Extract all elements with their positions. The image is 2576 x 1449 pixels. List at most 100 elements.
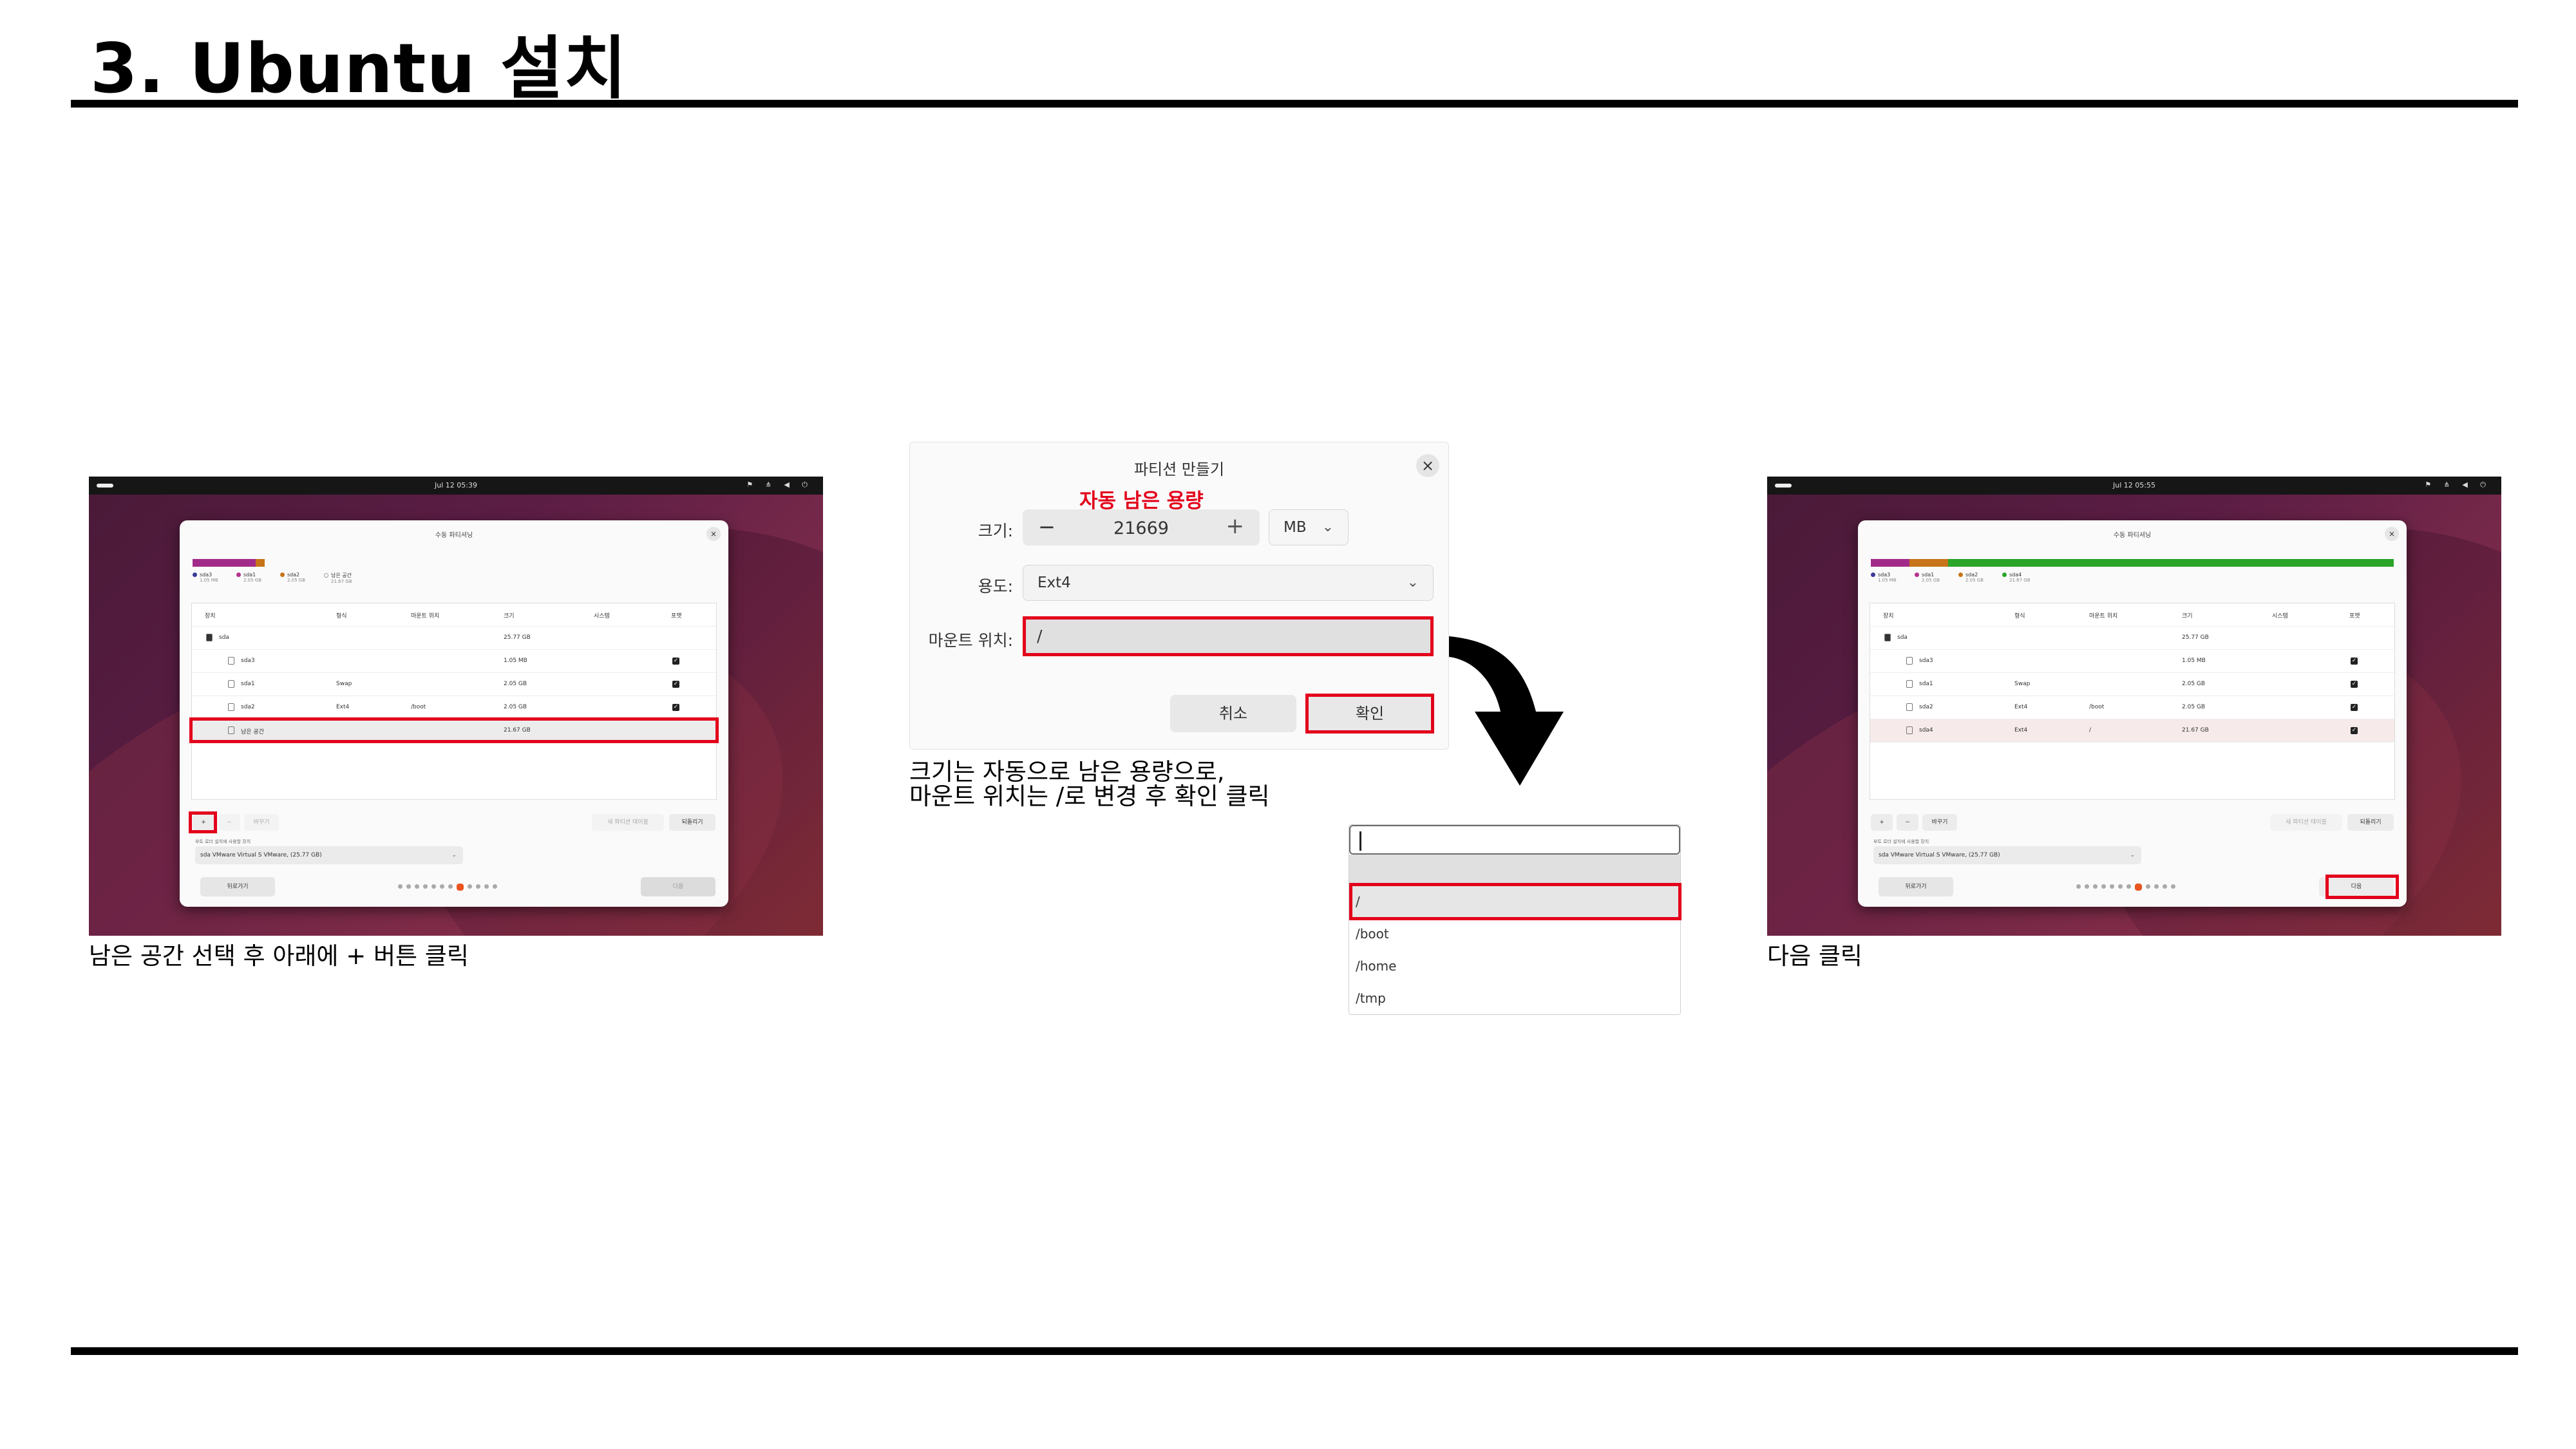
table-header: 장치 형식 마운트 위치 크기 시스템 포맷 — [1870, 603, 2394, 627]
mount-option-tmp[interactable]: /tmp — [1349, 982, 1680, 1014]
revert-button[interactable]: 되돌리기 — [2347, 814, 2394, 831]
legend-item: sda4 21.67 GB — [2002, 572, 2031, 590]
partition-bar-sda1 — [1871, 559, 1909, 567]
system-tray-icons[interactable]: ⚑ ⋔ ◀ ⏻ — [746, 480, 813, 489]
highlight-next-button — [2325, 875, 2399, 899]
disk-icon — [1884, 634, 1891, 641]
format-checkbox[interactable]: ✓ — [672, 658, 679, 665]
partition-icon — [228, 680, 234, 688]
legend-item: sda3 1.05 MB — [193, 572, 218, 590]
partition-icon — [1906, 680, 1913, 688]
legend-item: sda1 2.05 GB — [236, 572, 261, 590]
legend-item: sda1 2.05 GB — [1915, 572, 1940, 590]
progress-dots — [2074, 884, 2203, 891]
clock: Jul 12 05:39 — [435, 481, 477, 489]
partition-bar-sda4 — [1948, 559, 2394, 567]
window-title: 수동 파티셔닝 — [435, 532, 473, 539]
boot-loader-select[interactable]: sda VMware Virtual S VMware, (25.77 GB) ⌄ — [195, 846, 463, 864]
legend-item: 남은 공간 21.67 GB — [324, 572, 352, 590]
table-row[interactable]: sda2 Ext4 /boot 2.05 GB ✓ — [192, 696, 716, 719]
legend-item: sda3 1.05 MB — [1871, 572, 1897, 590]
use-label: 용도: — [978, 577, 1013, 596]
table-row[interactable]: sda3 1.05 MB ✓ — [1870, 650, 2394, 673]
highlight-ok-button — [1305, 694, 1434, 734]
top-bar: Jul 12 05:55 ⚑ ⋔ ◀ ⏻ — [1767, 477, 2501, 495]
bottom-rule — [71, 1347, 2518, 1355]
close-icon[interactable]: × — [706, 527, 721, 541]
partition-icon — [1906, 703, 1913, 711]
curved-arrow-icon — [1449, 636, 1564, 786]
format-checkbox[interactable]: ✓ — [672, 681, 679, 688]
boot-loader-label: 부트 로더 설치에 사용할 장치 — [1873, 839, 1929, 844]
partition-table: 장치 형식 마운트 위치 크기 시스템 포맷 sda 25.77 GB sda3… — [191, 603, 717, 800]
boot-loader-select[interactable]: sda VMware Virtual S VMware, (25.77 GB) ⌄ — [1873, 846, 2141, 864]
system-tray-icons[interactable]: ⚑ ⋔ ◀ ⏻ — [2425, 480, 2491, 489]
partition-table: 장치 형식 마운트 위치 크기 시스템 포맷 sda 25.77 GB sda3… — [1870, 603, 2395, 800]
disk-icon — [206, 634, 213, 641]
highlight-mount-point — [1023, 616, 1434, 656]
middle-caption-line-2: 마운트 위치는 /로 변경 후 확인 클릭 — [909, 782, 1270, 810]
table-row[interactable]: sda 25.77 GB — [192, 627, 716, 650]
chevron-down-icon: ⌄ — [1321, 519, 1334, 535]
table-row-new-partition[interactable]: sda4 Ext4 / 21.67 GB ✓ — [1870, 719, 2394, 743]
format-checkbox[interactable]: ✓ — [672, 704, 679, 711]
chevron-down-icon: ⌄ — [1406, 574, 1419, 591]
auto-size-note: 자동 남은 용량 — [1079, 489, 1204, 513]
size-label: 크기: — [978, 522, 1013, 540]
mount-search-input[interactable] — [1349, 825, 1680, 855]
close-icon[interactable]: × — [1416, 454, 1439, 477]
legend-item: sda2 2.05 GB — [1958, 572, 1984, 590]
back-button[interactable]: 뒤로가기 — [200, 877, 275, 896]
middle-caption-line-1: 크기는 자동으로 남은 용량으로, — [909, 758, 1225, 786]
cancel-button[interactable]: 취소 — [1170, 695, 1296, 732]
right-screenshot: Jul 12 05:55 ⚑ ⋔ ◀ ⏻ 수동 파티셔닝 × sda3 1.05 … — [1767, 477, 2501, 936]
partition-bar-sda2 — [256, 559, 265, 567]
format-checkbox[interactable]: ✓ — [2351, 704, 2358, 711]
remove-partition-button[interactable]: − — [1897, 814, 1918, 831]
table-row[interactable]: sda1 Swap 2.05 GB ✓ — [1870, 673, 2394, 696]
window-title: 수동 파티셔닝 — [2113, 532, 2152, 539]
use-as-select[interactable]: Ext4 ⌄ — [1023, 565, 1434, 601]
right-caption: 다음 클릭 — [1767, 942, 1862, 970]
close-icon[interactable]: × — [2385, 527, 2399, 541]
new-partition-table-button[interactable]: 새 파티션 테이블 — [2270, 814, 2342, 831]
left-caption: 남은 공간 선택 후 아래에 + 버튼 클릭 — [89, 942, 469, 970]
legend-item: sda2 2.05 GB — [280, 572, 305, 590]
highlight-add-button — [189, 811, 217, 833]
size-value[interactable]: 21669 — [1023, 518, 1260, 538]
left-screenshot: Jul 12 05:39 ⚑ ⋔ ◀ ⏻ 수동 파티셔닝 × sda3 1.05 … — [89, 477, 823, 936]
increment-button[interactable]: + — [1226, 513, 1245, 539]
new-partition-table-button[interactable]: 새 파티션 테이블 — [592, 814, 664, 831]
next-button[interactable]: 다음 — [641, 877, 715, 896]
slide-title: 3. Ubuntu 설치 — [90, 29, 627, 108]
table-row[interactable]: sda1 Swap 2.05 GB ✓ — [192, 673, 716, 696]
mount-option-home[interactable]: /home — [1349, 950, 1680, 982]
add-partition-button[interactable]: + — [1871, 814, 1893, 831]
revert-button[interactable]: 되돌리기 — [669, 814, 715, 831]
top-bar: Jul 12 05:39 ⚑ ⋔ ◀ ⏻ — [89, 477, 823, 495]
change-partition-button[interactable]: 바꾸기 — [244, 814, 279, 831]
back-button[interactable]: 뒤로가기 — [1879, 877, 1953, 896]
table-header: 장치 형식 마운트 위치 크기 시스템 포맷 — [192, 603, 716, 627]
unit-select[interactable]: MB ⌄ — [1269, 509, 1349, 545]
size-stepper[interactable]: − 21669 + — [1023, 509, 1260, 545]
table-row[interactable]: sda 25.77 GB — [1870, 627, 2394, 650]
change-partition-button[interactable]: 바꾸기 — [1922, 814, 1957, 831]
highlight-free-space — [189, 717, 719, 743]
clock: Jul 12 05:55 — [2113, 481, 2155, 489]
partition-icon — [1906, 657, 1913, 665]
format-checkbox[interactable]: ✓ — [2351, 658, 2358, 665]
top-rule — [71, 100, 2518, 108]
table-row[interactable]: sda3 1.05 MB ✓ — [192, 650, 716, 673]
table-row[interactable]: sda2 Ext4 /boot 2.05 GB ✓ — [1870, 696, 2394, 719]
progress-dots — [396, 884, 525, 891]
manual-partition-window: 수동 파티셔닝 × sda3 1.05 MB sda1 2.05 GB sda2 2.… — [1858, 520, 2407, 907]
chevron-down-icon: ⌄ — [2130, 852, 2135, 858]
mount-option-boot[interactable]: /boot — [1349, 918, 1680, 950]
format-checkbox[interactable]: ✓ — [2351, 727, 2358, 734]
format-checkbox[interactable]: ✓ — [2351, 681, 2358, 688]
highlight-root-option — [1349, 883, 1681, 920]
remove-partition-button[interactable]: − — [218, 814, 240, 831]
partition-bar-sda1 — [193, 559, 256, 567]
partition-icon — [228, 703, 234, 711]
